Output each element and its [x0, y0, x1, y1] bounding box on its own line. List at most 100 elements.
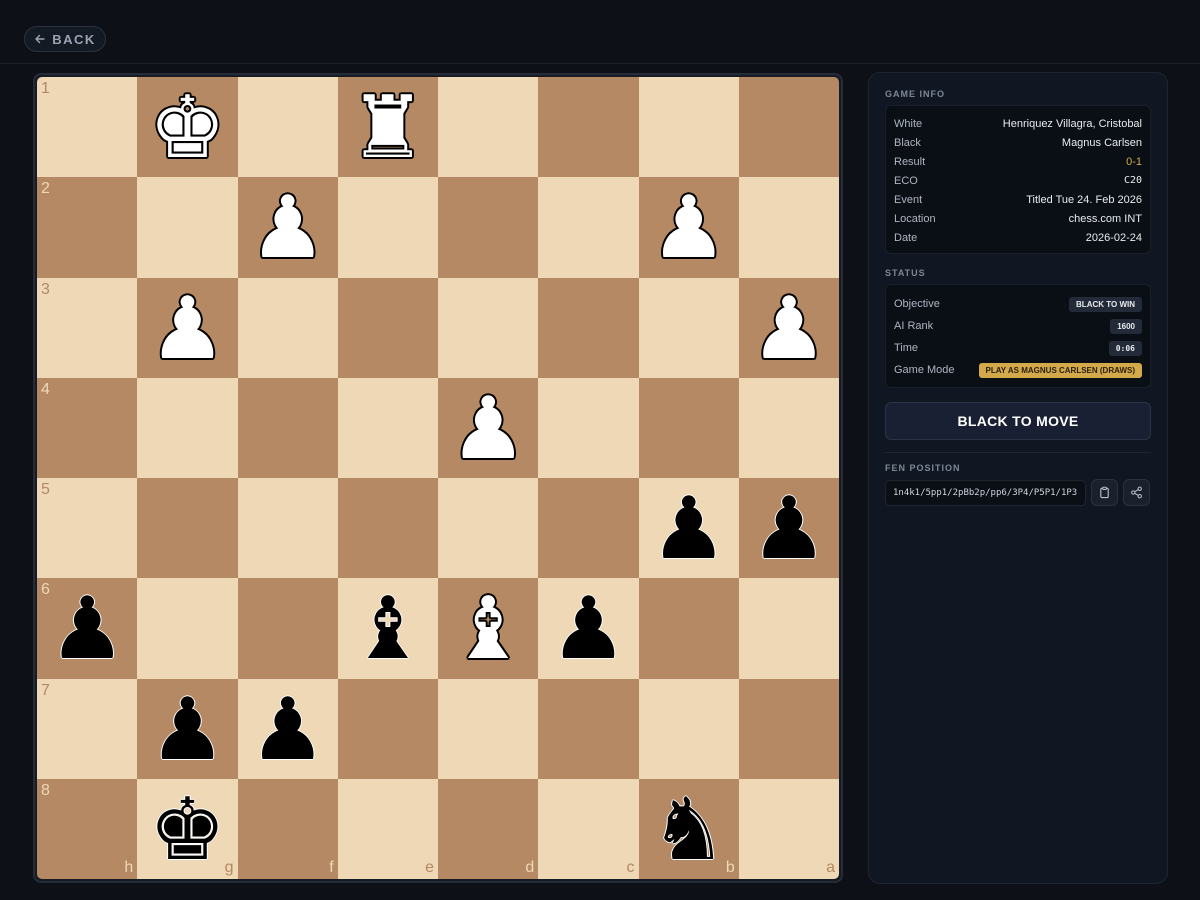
- board-square-b3[interactable]: [638, 277, 739, 378]
- board-square-g7[interactable]: ♟: [137, 678, 238, 779]
- board-square-f7[interactable]: ♟: [237, 678, 338, 779]
- black-pawn-icon[interactable]: ♟: [750, 486, 827, 572]
- white-pawn-icon[interactable]: ♟: [149, 286, 226, 372]
- board-square-e1[interactable]: ♜: [337, 77, 438, 178]
- board-square-h8[interactable]: 8h: [37, 778, 138, 879]
- board-square-a1[interactable]: [738, 77, 839, 178]
- board-square-f6[interactable]: [237, 578, 338, 679]
- white-bishop-icon[interactable]: ♝: [450, 586, 527, 672]
- board-square-g1[interactable]: ♚: [137, 77, 238, 178]
- board-square-c8[interactable]: c: [538, 778, 639, 879]
- fen-row: [885, 479, 1151, 506]
- white-pawn-icon[interactable]: ♟: [450, 386, 527, 472]
- black-king-icon[interactable]: ♚: [149, 787, 226, 873]
- board-square-g5[interactable]: [137, 478, 238, 579]
- location-label: Location: [894, 212, 936, 225]
- board-square-f4[interactable]: [237, 377, 338, 478]
- board-square-b8[interactable]: b ♞: [638, 778, 739, 879]
- board-square-a5[interactable]: ♟: [738, 478, 839, 579]
- black-bishop-icon[interactable]: ♝: [349, 586, 426, 672]
- share-button[interactable]: [1123, 479, 1150, 506]
- board-square-c6[interactable]: ♟: [538, 578, 639, 679]
- board-square-d4[interactable]: ♟: [438, 377, 539, 478]
- board-square-h6[interactable]: 6 ♟: [37, 578, 138, 679]
- white-rook-icon[interactable]: ♜: [349, 85, 426, 171]
- board-square-c4[interactable]: [538, 377, 639, 478]
- board-square-a3[interactable]: ♟: [738, 277, 839, 378]
- board-square-b4[interactable]: [638, 377, 739, 478]
- board-square-g3[interactable]: ♟: [137, 277, 238, 378]
- board-square-b6[interactable]: [638, 578, 739, 679]
- board-square-d5[interactable]: [438, 478, 539, 579]
- board-square-f3[interactable]: [237, 277, 338, 378]
- black-pawn-icon[interactable]: ♟: [249, 687, 326, 773]
- board-square-g4[interactable]: [137, 377, 238, 478]
- board-square-d6[interactable]: ♝: [438, 578, 539, 679]
- board-square-f5[interactable]: [237, 478, 338, 579]
- white-pawn-icon[interactable]: ♟: [650, 185, 727, 271]
- result-label: Result: [894, 155, 926, 168]
- white-king-icon[interactable]: ♚: [149, 85, 226, 171]
- rank-label: 7: [41, 681, 50, 699]
- rank-label: 2: [41, 180, 50, 198]
- file-label: f: [329, 859, 334, 876]
- board-square-e2[interactable]: [337, 177, 438, 278]
- game-info-row-eco: ECO C20: [894, 171, 1142, 190]
- black-pawn-icon[interactable]: ♟: [650, 486, 727, 572]
- black-player: Magnus Carlsen: [1061, 136, 1142, 149]
- board-square-h7[interactable]: 7: [37, 678, 138, 779]
- board-square-c7[interactable]: [538, 678, 639, 779]
- board-square-e6[interactable]: ♝: [337, 578, 438, 679]
- black-pawn-icon[interactable]: ♟: [149, 687, 226, 773]
- board-square-h4[interactable]: 4: [37, 377, 138, 478]
- black-label: Black: [894, 136, 921, 149]
- board-square-f2[interactable]: ♟: [237, 177, 338, 278]
- game-mode-label: Game Mode: [894, 364, 955, 376]
- board-square-b1[interactable]: [638, 77, 739, 178]
- board-square-c1[interactable]: [538, 77, 639, 178]
- board-square-a7[interactable]: [738, 678, 839, 779]
- board-square-f1[interactable]: [237, 77, 338, 178]
- board-square-h3[interactable]: 3: [37, 277, 138, 378]
- file-label: g: [224, 859, 234, 876]
- board-square-d3[interactable]: [438, 277, 539, 378]
- turn-indicator-button[interactable]: BLACK TO MOVE: [885, 402, 1151, 440]
- board-square-b7[interactable]: [638, 678, 739, 779]
- board-square-g2[interactable]: [137, 177, 238, 278]
- board-square-f8[interactable]: f: [237, 778, 338, 879]
- board-square-h2[interactable]: 2: [37, 177, 138, 278]
- fen-input[interactable]: [885, 479, 1086, 506]
- board-square-h5[interactable]: 5: [37, 478, 138, 579]
- copy-fen-button[interactable]: [1091, 479, 1118, 506]
- board-square-b2[interactable]: ♟: [638, 177, 739, 278]
- board-square-d8[interactable]: d: [438, 778, 539, 879]
- board-square-e3[interactable]: [337, 277, 438, 378]
- white-pawn-icon[interactable]: ♟: [750, 286, 827, 372]
- board-square-d1[interactable]: [438, 77, 539, 178]
- black-pawn-icon[interactable]: ♟: [550, 586, 627, 672]
- board-square-a2[interactable]: [738, 177, 839, 278]
- board-square-a8[interactable]: a: [738, 778, 839, 879]
- board-square-e5[interactable]: [337, 478, 438, 579]
- board-square-b5[interactable]: ♟: [638, 478, 739, 579]
- board-square-c3[interactable]: [538, 277, 639, 378]
- board-square-g6[interactable]: [137, 578, 238, 679]
- board-square-e7[interactable]: [337, 678, 438, 779]
- board-square-d7[interactable]: [438, 678, 539, 779]
- board-square-a4[interactable]: [738, 377, 839, 478]
- share-icon: [1131, 486, 1142, 499]
- black-knight-icon[interactable]: ♞: [650, 787, 727, 873]
- status-row-time: Time 0:06: [894, 337, 1142, 359]
- black-pawn-icon[interactable]: ♟: [49, 586, 126, 672]
- white-pawn-icon[interactable]: ♟: [249, 185, 326, 271]
- board-square-e4[interactable]: [337, 377, 438, 478]
- board-square-e8[interactable]: e: [337, 778, 438, 879]
- board-square-h1[interactable]: 1: [37, 77, 138, 178]
- board-square-d2[interactable]: [438, 177, 539, 278]
- back-button[interactable]: BACK: [24, 26, 106, 52]
- chessboard[interactable]: 1 ♚ ♜ 2 ♟ ♟ 3 ♟ ♟ 4 ♟ 5 ♟ ♟ 6 ♟ ♝ ♝ ♟ 7 ♟ ♟ 8 h g ♚ f e d c b ♞ a: [37, 77, 839, 879]
- board-square-a6[interactable]: [738, 578, 839, 679]
- board-square-c2[interactable]: [538, 177, 639, 278]
- board-square-g8[interactable]: g ♚: [137, 778, 238, 879]
- board-square-c5[interactable]: [538, 478, 639, 579]
